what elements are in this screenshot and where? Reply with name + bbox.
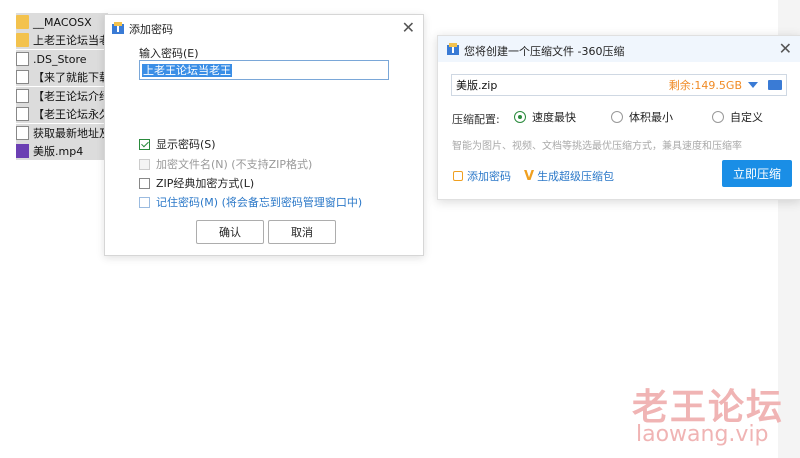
file-name: 上老王论坛当老 bbox=[33, 34, 108, 47]
dialog-title: 添加密码 bbox=[129, 23, 173, 36]
super-pack-link[interactable]: V 生成超级压缩包 bbox=[524, 168, 614, 184]
radio-smallest-label: 体积最小 bbox=[629, 111, 673, 124]
archive-icon bbox=[447, 43, 459, 55]
checkbox-icon bbox=[139, 177, 150, 189]
file-item[interactable]: 美版.mp4 bbox=[16, 142, 108, 160]
password-value: 上老王论坛当老王 bbox=[142, 64, 232, 77]
compress-hint: 智能为图片、视频、文档等挑选最优压缩方式，兼具速度和压缩率 bbox=[452, 141, 742, 152]
add-password-label: 添加密码 bbox=[467, 170, 511, 183]
checkbox-checked-icon bbox=[139, 138, 150, 150]
radio-icon bbox=[712, 111, 724, 123]
watermark-url: laowang.vip bbox=[636, 422, 769, 447]
file-name: __MACOSX bbox=[33, 15, 92, 29]
file-icon bbox=[16, 107, 29, 121]
compress-now-button[interactable]: 立即压缩 bbox=[722, 160, 792, 187]
file-item[interactable]: 【老王论坛永久 bbox=[16, 105, 108, 123]
close-icon[interactable]: ✕ bbox=[402, 18, 415, 37]
file-icon bbox=[16, 70, 29, 84]
filename-field[interactable]: 美版.zip 剩余:149.5GB bbox=[451, 74, 787, 96]
file-name: 【老王论坛介绍 bbox=[33, 90, 108, 103]
file-item[interactable]: 【来了就能下载 bbox=[16, 68, 108, 86]
add-password-dialog: 添加密码 ✕ 输入密码(E) 上老王论坛当老王 显示密码(S) 加密文件名(N)… bbox=[104, 14, 424, 256]
checkbox-icon bbox=[139, 196, 150, 208]
chevron-down-icon[interactable] bbox=[748, 82, 758, 88]
file-item[interactable]: 上老王论坛当老 bbox=[16, 31, 108, 49]
password-label: 输入密码(E) bbox=[139, 47, 199, 60]
file-list: __MACOSX 上老王论坛当老 .DS_Store 【来了就能下载 【老王论坛… bbox=[0, 0, 110, 170]
folder-browse-icon[interactable] bbox=[768, 80, 782, 90]
file-item[interactable]: __MACOSX bbox=[16, 13, 108, 31]
radio-fastest[interactable]: 速度最快 bbox=[514, 109, 576, 125]
radio-custom[interactable]: 自定义 bbox=[712, 109, 763, 125]
archive-icon bbox=[112, 22, 124, 34]
ok-button[interactable]: 确认 bbox=[196, 220, 264, 244]
cancel-button[interactable]: 取消 bbox=[268, 220, 336, 244]
filename-value: 美版.zip bbox=[456, 79, 498, 92]
checkbox-icon bbox=[139, 158, 150, 170]
compress-dialog: 您将创建一个压缩文件 -360压缩 ✕ 美版.zip 剩余:149.5GB 压缩… bbox=[437, 35, 800, 200]
radio-custom-label: 自定义 bbox=[730, 111, 763, 124]
folder-icon bbox=[16, 15, 29, 29]
v-icon: V bbox=[524, 168, 535, 184]
close-icon[interactable]: ✕ bbox=[779, 39, 792, 58]
file-name: .DS_Store bbox=[33, 52, 87, 66]
file-icon bbox=[16, 89, 29, 103]
show-password-checkbox[interactable]: 显示密码(S) bbox=[139, 136, 216, 152]
encrypt-filenames-checkbox: 加密文件名(N) (不支持ZIP格式) bbox=[139, 156, 312, 172]
radio-smallest[interactable]: 体积最小 bbox=[611, 109, 673, 125]
zip-classic-checkbox[interactable]: ZIP经典加密方式(L) bbox=[139, 175, 254, 191]
file-icon bbox=[16, 52, 29, 66]
video-icon bbox=[16, 144, 29, 158]
compress-titlebar: 您将创建一个压缩文件 -360压缩 ✕ bbox=[438, 36, 800, 62]
file-item[interactable]: 【老王论坛介绍 bbox=[16, 87, 108, 105]
radio-fastest-label: 速度最快 bbox=[532, 111, 576, 124]
file-name: 【老王论坛永久 bbox=[33, 108, 108, 121]
lock-icon bbox=[453, 171, 463, 181]
super-pack-label: 生成超级压缩包 bbox=[537, 170, 615, 183]
config-label: 压缩配置: bbox=[452, 113, 500, 126]
show-password-label: 显示密码(S) bbox=[156, 138, 216, 151]
file-item[interactable]: 获取最新地址及 bbox=[16, 124, 108, 142]
file-icon bbox=[16, 126, 29, 140]
zip-classic-label: ZIP经典加密方式(L) bbox=[156, 177, 255, 190]
radio-selected-icon bbox=[514, 111, 526, 123]
file-name: 美版.mp4 bbox=[33, 145, 84, 158]
encrypt-filenames-label: 加密文件名(N) (不支持ZIP格式) bbox=[156, 158, 313, 171]
file-item[interactable]: .DS_Store bbox=[16, 50, 108, 68]
remember-password-label: 记住密码(M) (将会备忘到密码管理窗口中) bbox=[156, 196, 363, 209]
remember-password-checkbox[interactable]: 记住密码(M) (将会备忘到密码管理窗口中) bbox=[139, 194, 362, 210]
password-input[interactable]: 上老王论坛当老王 bbox=[139, 60, 389, 80]
radio-icon bbox=[611, 111, 623, 123]
folder-icon bbox=[16, 33, 29, 47]
dialog-titlebar: 添加密码 ✕ bbox=[105, 15, 423, 41]
compress-title: 您将创建一个压缩文件 -360压缩 bbox=[464, 45, 625, 58]
file-name: 【来了就能下载 bbox=[33, 71, 108, 84]
file-name: 获取最新地址及 bbox=[33, 127, 108, 140]
free-space-label: 剩余:149.5GB bbox=[668, 79, 742, 92]
add-password-link[interactable]: 添加密码 bbox=[453, 168, 511, 184]
